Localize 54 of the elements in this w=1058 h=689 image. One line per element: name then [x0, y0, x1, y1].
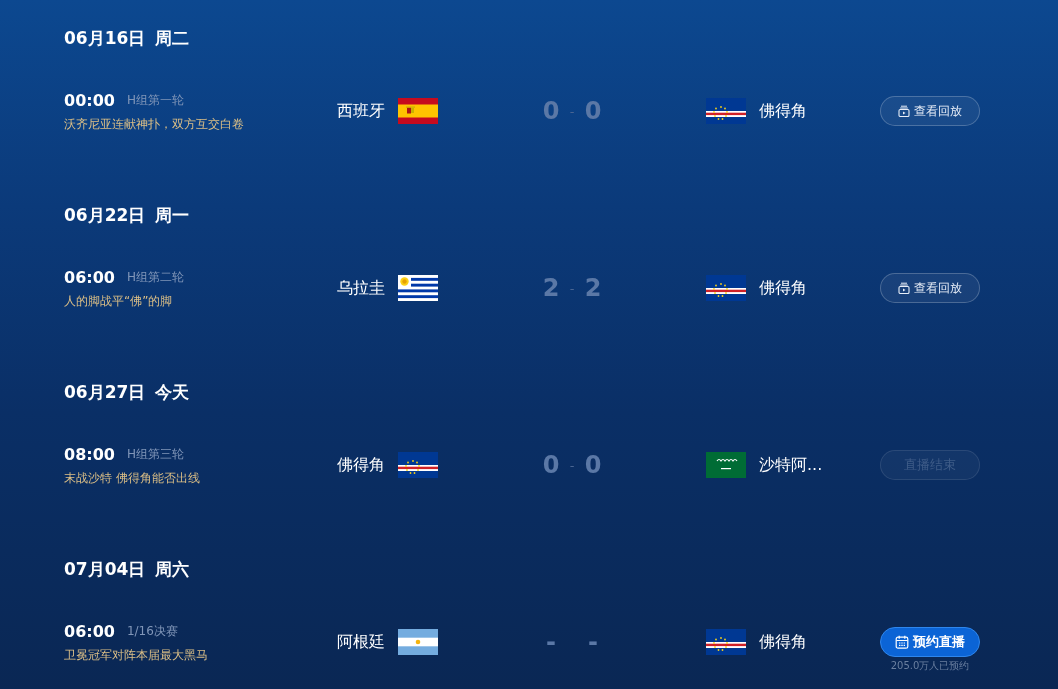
- replay-button[interactable]: 查看回放: [880, 96, 980, 126]
- team-name: 佛得角: [759, 277, 807, 299]
- team-name: 佛得角: [759, 100, 807, 122]
- away-score: 0: [583, 451, 603, 479]
- tv-icon: [898, 282, 910, 294]
- kickoff-time: 00:00: [64, 91, 115, 110]
- match-stage: 1/16决赛: [126, 623, 178, 640]
- flag-icon: [398, 452, 438, 478]
- home-score: 2: [541, 274, 561, 302]
- away-score: 0: [583, 97, 603, 125]
- match-date: 06月27日: [64, 380, 146, 404]
- replay-button[interactable]: 查看回放: [880, 273, 980, 303]
- score-separator: -: [568, 103, 576, 119]
- reserve-button[interactable]: 预约直播: [880, 627, 980, 657]
- flag-icon: [398, 629, 438, 655]
- match-stage: H组第三轮: [126, 446, 184, 463]
- team-name: 西班牙: [337, 100, 385, 122]
- tv-icon: [898, 105, 910, 117]
- match-headline: 人的脚战平“佛”的脚: [64, 292, 173, 310]
- match-date: 06月22日: [64, 203, 146, 227]
- score-separator: -: [568, 280, 576, 296]
- kickoff-time: 06:00: [64, 622, 115, 641]
- flag-icon: [706, 629, 746, 655]
- weekday-label: 周六: [155, 557, 190, 581]
- match-date: 06月16日: [64, 26, 146, 50]
- weekday-label: 周二: [155, 26, 190, 50]
- kickoff-time: 08:00: [64, 445, 115, 464]
- kickoff-time: 06:00: [64, 268, 115, 287]
- flag-icon: [706, 98, 746, 124]
- weekday-label: 周一: [155, 203, 190, 227]
- match-headline: 沃齐尼亚连献神扑，双方互交白卷: [64, 115, 244, 133]
- flag-icon: [398, 275, 438, 301]
- score-separator: -: [568, 457, 576, 473]
- team-name: 阿根廷: [337, 631, 385, 653]
- flag-icon: [706, 452, 746, 478]
- match-date: 07月04日: [64, 557, 146, 581]
- flag-icon: [706, 275, 746, 301]
- match-stage: H组第二轮: [126, 269, 184, 286]
- team-name: 佛得角: [759, 631, 807, 653]
- away-score: -: [587, 628, 599, 656]
- team-name: 乌拉圭: [337, 277, 385, 299]
- team-name: 沙特阿...: [759, 454, 823, 476]
- home-score: 0: [541, 451, 561, 479]
- reservation-count: 205.0万人已预约: [890, 659, 970, 673]
- home-score: 0: [541, 97, 561, 125]
- match-stage: H组第一轮: [126, 92, 184, 109]
- flag-icon: [398, 98, 438, 124]
- away-score: 2: [583, 274, 603, 302]
- team-name: 佛得角: [337, 454, 385, 476]
- home-score: -: [545, 628, 557, 656]
- match-headline: 卫冕冠军对阵本届最大黑马: [64, 646, 208, 664]
- calendar-icon: [895, 635, 909, 649]
- match-headline: 末战沙特 佛得角能否出线: [64, 469, 200, 487]
- weekday-label: 今天: [155, 380, 190, 404]
